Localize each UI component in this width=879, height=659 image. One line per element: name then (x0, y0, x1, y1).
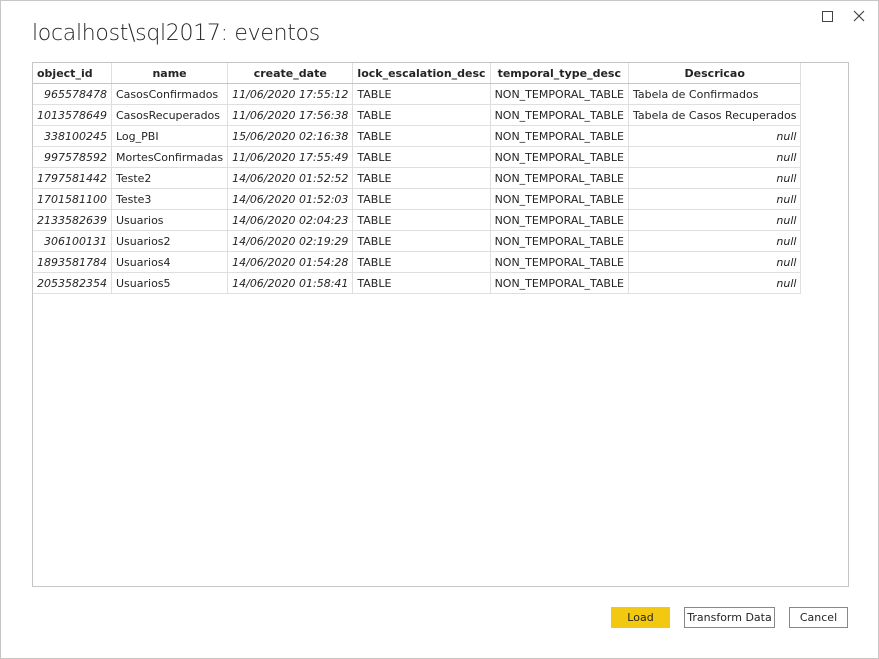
cell-create-date: 14/06/2020 02:19:29 (227, 230, 354, 252)
column-header-name[interactable]: name (111, 63, 229, 84)
cell-create-date: 14/06/2020 01:52:03 (227, 188, 354, 210)
close-icon[interactable] (850, 7, 868, 25)
column-header-descricao[interactable]: Descricao (628, 63, 802, 84)
table-row[interactable]: 338100245 Log_PBI 15/06/2020 02:16:38 TABLE… (33, 125, 802, 147)
cell-descricao: null (628, 146, 802, 168)
cell-descricao: Tabela de Casos Recuperados (628, 104, 802, 126)
cell-name: Teste3 (111, 188, 229, 210)
cell-object-id: 338100245 (33, 125, 112, 147)
table-row[interactable]: 2053582354 Usuarios5 14/06/2020 01:58:41 TA… (33, 272, 802, 294)
cell-name: Usuarios (111, 209, 229, 231)
cell-name: CasosRecuperados (111, 104, 229, 126)
cell-name: Teste2 (111, 167, 229, 189)
cell-temporal-type-desc: NON_TEMPORAL_TABLE (490, 146, 630, 168)
cell-lock-escalation-desc: TABLE (352, 272, 491, 294)
cell-descricao: null (628, 272, 802, 294)
cell-object-id: 1701581100 (33, 188, 112, 210)
cell-object-id: 997578592 (33, 146, 112, 168)
cell-temporal-type-desc: NON_TEMPORAL_TABLE (490, 251, 630, 273)
cell-temporal-type-desc: NON_TEMPORAL_TABLE (490, 230, 630, 252)
cell-create-date: 11/06/2020 17:55:49 (227, 146, 354, 168)
cell-lock-escalation-desc: TABLE (352, 230, 491, 252)
cell-temporal-type-desc: NON_TEMPORAL_TABLE (490, 104, 630, 126)
column-header-lock-escalation-desc[interactable]: lock_escalation_desc (352, 63, 491, 84)
header-row: object_id name create_date lock_escalati… (33, 63, 802, 84)
cell-name: Log_PBI (111, 125, 229, 147)
table-row[interactable]: 965578478 CasosConfirmados 11/06/2020 17:5… (33, 83, 802, 105)
dialog-title: localhost\sql2017: eventos (32, 21, 320, 46)
cell-lock-escalation-desc: TABLE (352, 125, 491, 147)
cell-lock-escalation-desc: TABLE (352, 146, 491, 168)
cell-create-date: 14/06/2020 01:54:28 (227, 251, 354, 273)
data-preview-pane[interactable]: object_id name create_date lock_escalati… (32, 62, 849, 587)
cell-object-id: 1013578649 (33, 104, 112, 126)
cell-descricao: null (628, 125, 802, 147)
cell-descricao: null (628, 188, 802, 210)
cell-temporal-type-desc: NON_TEMPORAL_TABLE (490, 272, 630, 294)
cell-object-id: 2053582354 (33, 272, 112, 294)
cell-temporal-type-desc: NON_TEMPORAL_TABLE (490, 188, 630, 210)
transform-data-button[interactable]: Transform Data (684, 607, 775, 628)
cell-create-date: 14/06/2020 01:52:52 (227, 167, 354, 189)
cell-object-id: 1797581442 (33, 167, 112, 189)
table-row[interactable]: 1893581784 Usuarios4 14/06/2020 01:54:28 TA… (33, 251, 802, 273)
cell-create-date: 11/06/2020 17:56:38 (227, 104, 354, 126)
cell-object-id: 1893581784 (33, 251, 112, 273)
cell-object-id: 306100131 (33, 230, 112, 252)
table-body: 965578478 CasosConfirmados 11/06/2020 17:5… (33, 83, 802, 294)
cell-object-id: 965578478 (33, 83, 112, 105)
cell-name: CasosConfirmados (111, 83, 229, 105)
cell-create-date: 15/06/2020 02:16:38 (227, 125, 354, 147)
cell-temporal-type-desc: NON_TEMPORAL_TABLE (490, 209, 630, 231)
cell-create-date: 14/06/2020 02:04:23 (227, 209, 354, 231)
table-row[interactable]: 1701581100 Teste3 14/06/2020 01:52:03 TABLE… (33, 188, 802, 210)
cell-lock-escalation-desc: TABLE (352, 209, 491, 231)
cell-name: Usuarios5 (111, 272, 229, 294)
cell-descricao: null (628, 167, 802, 189)
cell-name: MortesConfirmadas (111, 146, 229, 168)
cell-create-date: 11/06/2020 17:55:12 (227, 83, 354, 105)
column-header-create-date[interactable]: create_date (227, 63, 354, 84)
cell-temporal-type-desc: NON_TEMPORAL_TABLE (490, 125, 630, 147)
column-header-object-id[interactable]: object_id (33, 63, 112, 84)
table-row[interactable]: 2133582639 Usuarios 14/06/2020 02:04:23 TAB… (33, 209, 802, 231)
cell-descricao: null (628, 209, 802, 231)
cell-create-date: 14/06/2020 01:58:41 (227, 272, 354, 294)
maximize-icon[interactable] (818, 7, 836, 25)
cell-temporal-type-desc: NON_TEMPORAL_TABLE (490, 83, 630, 105)
table-row[interactable]: 997578592 MortesConfirmadas 11/06/2020 17:… (33, 146, 802, 168)
table-row[interactable]: 306100131 Usuarios2 14/06/2020 02:19:29 TAB… (33, 230, 802, 252)
cell-descricao: Tabela de Confirmados (628, 83, 802, 105)
table-row[interactable]: 1797581442 Teste2 14/06/2020 01:52:52 TABLE… (33, 167, 802, 189)
cell-descricao: null (628, 230, 802, 252)
cell-lock-escalation-desc: TABLE (352, 188, 491, 210)
load-button[interactable]: Load (611, 607, 670, 628)
column-header-temporal-type-desc[interactable]: temporal_type_desc (490, 63, 630, 84)
cell-lock-escalation-desc: TABLE (352, 251, 491, 273)
cancel-button[interactable]: Cancel (789, 607, 848, 628)
cell-lock-escalation-desc: TABLE (352, 167, 491, 189)
data-preview-table: object_id name create_date lock_escalati… (33, 63, 802, 294)
cell-name: Usuarios4 (111, 251, 229, 273)
cell-lock-escalation-desc: TABLE (352, 83, 491, 105)
cell-lock-escalation-desc: TABLE (352, 104, 491, 126)
navigator-dialog: localhost\sql2017: eventos object_id nam… (0, 0, 879, 659)
cell-temporal-type-desc: NON_TEMPORAL_TABLE (490, 167, 630, 189)
window-controls (818, 7, 868, 25)
table-row[interactable]: 1013578649 CasosRecuperados 11/06/2020 17:… (33, 104, 802, 126)
cell-name: Usuarios2 (111, 230, 229, 252)
cell-object-id: 2133582639 (33, 209, 112, 231)
cell-descricao: null (628, 251, 802, 273)
